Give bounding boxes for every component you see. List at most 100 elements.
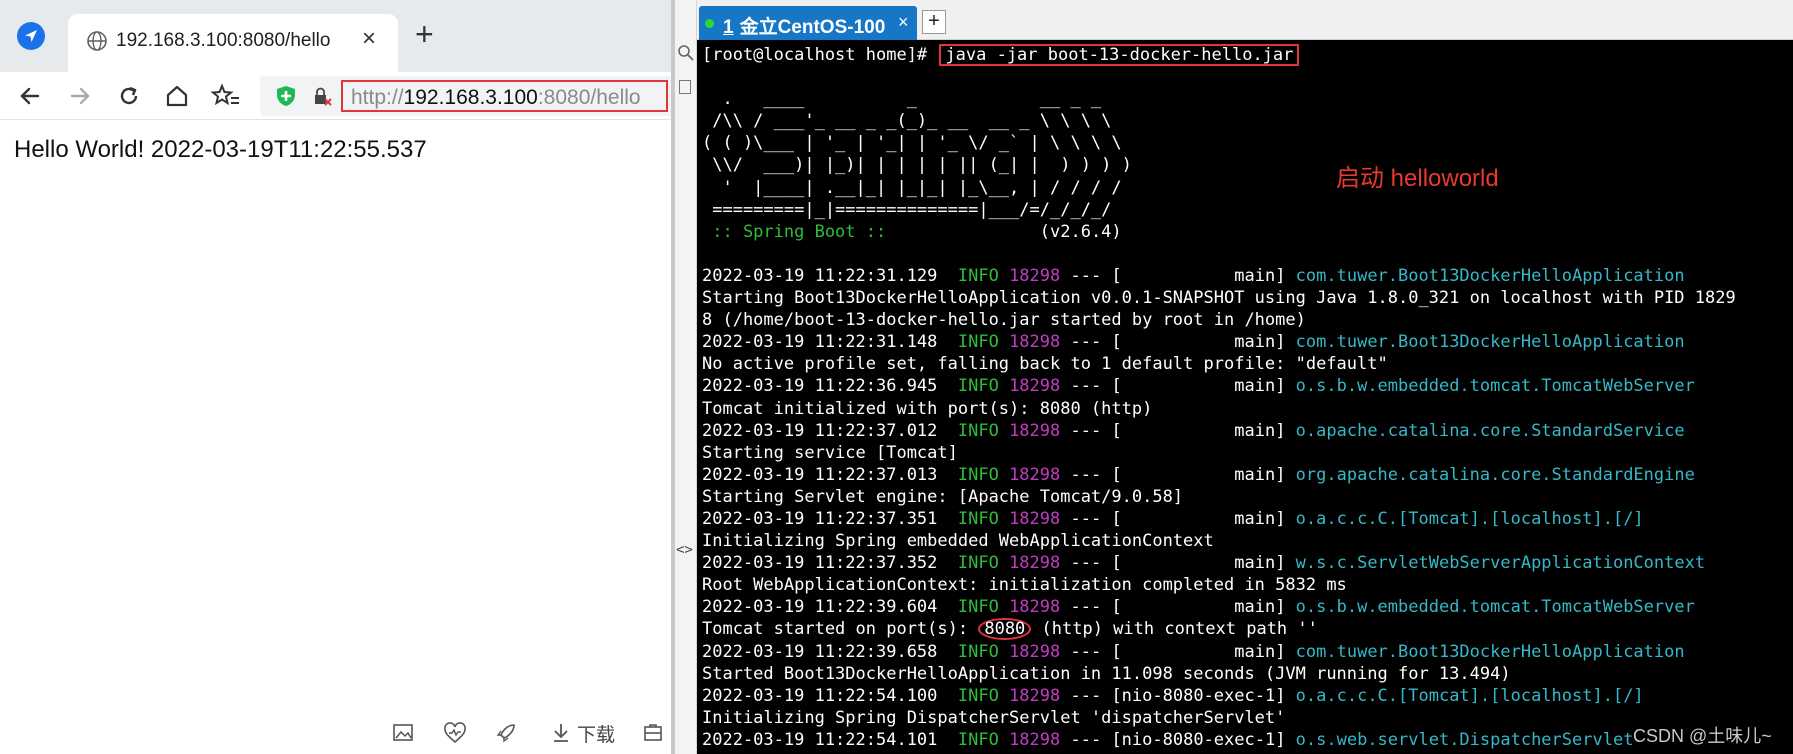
log-thread: [ main] — [1111, 508, 1296, 529]
log-separator: --- — [1060, 420, 1112, 441]
log-pid: 18298 — [1009, 685, 1061, 706]
log-level: INFO — [957, 641, 1010, 662]
log-logger: com.tuwer.Boot13DockerHelloApplication — [1295, 265, 1685, 286]
log-message-text: Tomcat started on port(s): — [702, 619, 979, 640]
log-thread: [ main] — [1111, 420, 1296, 441]
browser-tab[interactable]: 192.168.3.100:8080/hello × — [68, 14, 398, 72]
log-timestamp: 2022-03-19 11:22:31.129 — [702, 265, 958, 286]
terminal-window: 1 金立CentOS-100 × + [root@localhost home]#… — [697, 0, 1793, 754]
url-scheme: http:// — [351, 86, 404, 109]
log-logger: o.s.b.w.embedded.tomcat.TomcatWebServer — [1295, 376, 1695, 397]
terminal-output[interactable]: [root@localhost home]# java -jar boot-13… — [697, 40, 1793, 754]
terminal-tab-label: 1 金立CentOS-100 — [723, 12, 885, 39]
log-separator: --- — [1060, 597, 1112, 618]
log-separator: --- — [1060, 685, 1112, 706]
reload-icon[interactable] — [113, 80, 145, 112]
log-logger: o.a.c.c.C.[Tomcat].[localhost].[/] — [1295, 685, 1644, 706]
search-icon[interactable] — [677, 44, 695, 62]
browser-toolbar: http://192.168.3.100:8080/hello — [0, 72, 673, 120]
panel-toggle-button[interactable]: <> — [676, 542, 693, 558]
log-timestamp: 2022-03-19 11:22:31.148 — [702, 332, 958, 353]
address-bar[interactable]: http://192.168.3.100:8080/hello — [260, 76, 673, 116]
log-separator: --- — [1060, 265, 1112, 286]
spring-boot-line: :: Spring Boot :: (v2.6.4) — [702, 221, 1793, 243]
back-icon[interactable] — [14, 80, 46, 112]
lock-icon[interactable] — [312, 86, 334, 108]
log-level: INFO — [957, 729, 1010, 750]
log-timestamp: 2022-03-19 11:22:37.012 — [702, 420, 958, 441]
terminal-side-panel: <> — [675, 0, 697, 754]
log-header-line: 2022-03-19 11:22:31.129 INFO 18298 --- [… — [702, 265, 1793, 287]
log-header-line: 2022-03-19 11:22:37.352 INFO 18298 --- [… — [702, 552, 1793, 574]
log-separator: --- — [1060, 376, 1112, 397]
banner-line: =========|_|==============|___/=/_/_/_/ — [702, 199, 1112, 220]
forward-icon[interactable] — [64, 80, 96, 112]
log-pid: 18298 — [1009, 729, 1061, 750]
log-separator: --- — [1060, 508, 1112, 529]
log-timestamp: 2022-03-19 11:22:54.101 — [702, 729, 958, 750]
download-icon[interactable] — [551, 722, 571, 744]
log-logger: w.s.c.ServletWebServerApplicationContext — [1295, 553, 1706, 574]
page-content-text: Hello World! 2022-03-19T11:22:55.537 — [14, 136, 427, 163]
log-separator: --- — [1060, 553, 1112, 574]
tab-title: 192.168.3.100:8080/hello — [116, 30, 331, 51]
log-timestamp: 2022-03-19 11:22:37.352 — [702, 553, 958, 574]
close-icon[interactable]: × — [898, 12, 909, 33]
terminal-tabbar: 1 金立CentOS-100 × + — [697, 0, 1793, 40]
log-header-line: 2022-03-19 11:22:39.658 INFO 18298 --- [… — [702, 641, 1793, 663]
browser-window: 192.168.3.100:8080/hello × + http://192.… — [0, 0, 673, 754]
log-header-line: 2022-03-19 11:22:54.100 INFO 18298 --- [… — [702, 685, 1793, 707]
spring-boot-version: (v2.6.4) — [1039, 221, 1122, 242]
favorites-icon[interactable] — [210, 80, 242, 112]
log-message-line: Starting Servlet engine: [Apache Tomcat/… — [702, 486, 1184, 507]
browser-tabstrip: 192.168.3.100:8080/hello × + — [0, 0, 673, 72]
image-icon[interactable] — [392, 722, 414, 744]
log-timestamp: 2022-03-19 11:22:37.013 — [702, 464, 958, 485]
log-logger: o.apache.catalina.core.StandardService — [1295, 420, 1685, 441]
log-pid: 18298 — [1009, 553, 1061, 574]
log-thread: [ main] — [1111, 464, 1296, 485]
log-level: INFO — [957, 464, 1010, 485]
log-level: INFO — [957, 420, 1010, 441]
log-logger: o.s.b.w.embedded.tomcat.TomcatWebServer — [1295, 597, 1695, 618]
tools-icon[interactable] — [642, 722, 664, 744]
download-label[interactable]: 下载 — [577, 720, 615, 747]
document-icon[interactable] — [679, 80, 691, 94]
home-icon[interactable] — [161, 80, 193, 112]
log-message-line: Starting Boot13DockerHelloApplication v0… — [702, 288, 1736, 309]
banner-line — [702, 66, 1793, 88]
shell-command: java -jar boot-13-docker-hello.jar — [939, 44, 1300, 66]
url-path: :8080/hello — [537, 86, 641, 109]
log-message-line: Tomcat initialized with port(s): 8080 (h… — [702, 398, 1153, 419]
shield-icon[interactable] — [274, 84, 298, 108]
terminal-session-tab[interactable]: 1 金立CentOS-100 × — [699, 6, 917, 40]
log-level: INFO — [957, 508, 1010, 529]
log-pid: 18298 — [1009, 508, 1061, 529]
log-logger: com.tuwer.Boot13DockerHelloApplication — [1295, 332, 1685, 353]
log-message-text: (http) with context path '' — [1031, 619, 1318, 640]
annotation-label: 启动 helloworld — [1336, 165, 1499, 192]
log-thread: [ main] — [1111, 553, 1296, 574]
log-level: INFO — [957, 685, 1010, 706]
terminal-tab-name: 金立CentOS-100 — [739, 17, 886, 38]
log-message-line: Root WebApplicationContext: initializati… — [702, 575, 1347, 596]
plus-icon[interactable]: + — [922, 10, 946, 34]
log-message-line: Starting service [Tomcat] — [702, 442, 958, 463]
browser-logo-icon[interactable] — [17, 22, 45, 50]
log-pid: 18298 — [1009, 332, 1061, 353]
rocket-icon[interactable] — [495, 722, 517, 744]
log-timestamp: 2022-03-19 11:22:36.945 — [702, 376, 958, 397]
plus-icon[interactable]: + — [415, 18, 434, 50]
log-pid: 18298 — [1009, 464, 1061, 485]
log-logger: o.a.c.c.C.[Tomcat].[localhost].[/] — [1295, 508, 1644, 529]
log-message-line: Started Boot13DockerHelloApplication in … — [702, 663, 1511, 684]
log-thread: [ main] — [1111, 376, 1296, 397]
log-header-line: 2022-03-19 11:22:39.604 INFO 18298 --- [… — [702, 596, 1793, 618]
close-icon[interactable]: × — [362, 27, 376, 51]
log-message-line: Tomcat started on port(s): 8080 (http) w… — [702, 618, 1793, 641]
url-input[interactable]: http://192.168.3.100:8080/hello — [341, 80, 668, 112]
heart-icon[interactable] — [443, 722, 467, 744]
log-header-line: 2022-03-19 11:22:37.351 INFO 18298 --- [… — [702, 508, 1793, 530]
connection-status-icon — [705, 19, 714, 28]
